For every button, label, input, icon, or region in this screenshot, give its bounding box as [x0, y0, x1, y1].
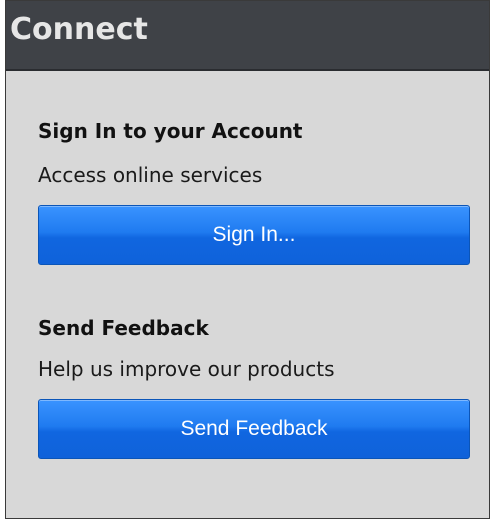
title-bar: Connect: [6, 1, 489, 71]
sign-in-button[interactable]: Sign In...: [38, 205, 470, 265]
sign-in-heading: Sign In to your Account: [38, 119, 303, 143]
feedback-heading: Send Feedback: [38, 316, 209, 340]
connect-panel: Connect Sign In to your Account Access o…: [5, 0, 490, 519]
panel-title: Connect: [10, 12, 148, 47]
feedback-description: Help us improve our products: [38, 357, 335, 381]
sign-in-description: Access online services: [38, 163, 263, 187]
send-feedback-button[interactable]: Send Feedback: [38, 399, 470, 459]
